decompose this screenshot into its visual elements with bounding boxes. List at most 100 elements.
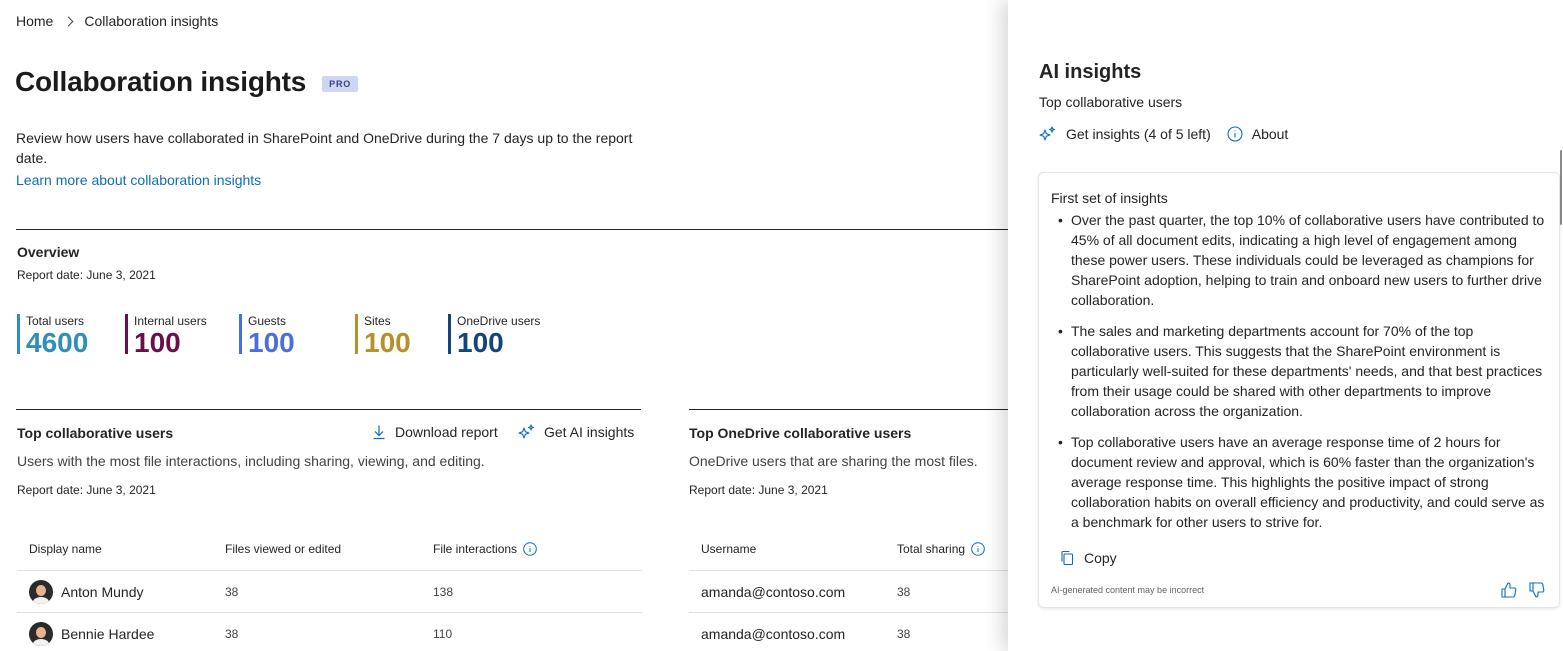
copy-button[interactable]: Copy [1059, 550, 1117, 566]
table-header: Display name Files viewed or edited File… [17, 528, 642, 570]
display-name-cell: Anton Mundy [17, 579, 225, 604]
top-users-report-date: Report date: June 3, 2021 [17, 483, 156, 497]
top-users-table: Display name Files viewed or edited File… [17, 528, 642, 651]
pro-badge: PRO [322, 76, 359, 92]
col-display-name[interactable]: Display name [17, 542, 225, 556]
download-report-button[interactable]: Download report [371, 424, 498, 440]
col-file-interactions[interactable]: File interactions [433, 542, 633, 556]
info-icon[interactable] [971, 542, 985, 556]
col-username[interactable]: Username [689, 542, 897, 556]
display-name: Bennie Hardee [61, 625, 155, 642]
copy-icon [1061, 550, 1074, 566]
breadcrumb-home[interactable]: Home [16, 13, 53, 29]
insights-card-title: First set of insights [1051, 190, 1168, 206]
about-label: About [1251, 126, 1289, 142]
about-button[interactable]: About [1227, 126, 1289, 142]
stat-bar [125, 314, 128, 354]
stat-value: 100 [134, 327, 181, 358]
info-icon [1227, 126, 1243, 142]
insight-item: The sales and marketing departments acco… [1051, 321, 1551, 421]
thumbs-up-icon[interactable] [1500, 581, 1518, 599]
learn-more-link[interactable]: Learn more about collaboration insights [16, 172, 261, 188]
sparkle-icon [518, 424, 535, 439]
stat-value: 100 [364, 327, 411, 358]
top-users-subtitle: Users with the most file interactions, i… [17, 453, 485, 469]
onedrive-users-table: Username Total sharing amanda@contoso.co… [689, 528, 1008, 651]
stat-guests: Guests 100 [239, 314, 355, 358]
ai-insights-panel: AI insights Top collaborative users Get … [1008, 0, 1563, 651]
download-report-label: Download report [395, 424, 498, 440]
stat-sites: Sites 100 [355, 314, 448, 358]
stat-value: 4600 [26, 327, 89, 358]
stat-label: OneDrive users [457, 314, 541, 328]
file-interactions-cell: 138 [433, 584, 454, 599]
onedrive-users-report-date: Report date: June 3, 2021 [689, 483, 828, 497]
insights-list: Over the past quarter, the top 10% of co… [1051, 210, 1551, 543]
copy-label: Copy [1084, 550, 1117, 566]
file-interactions-cell: 110 [433, 626, 453, 641]
avatar [29, 579, 53, 604]
table-row[interactable]: Anton Mundy 38 138 [17, 570, 642, 612]
sparkle-icon [1039, 126, 1056, 141]
info-icon[interactable] [523, 542, 537, 556]
get-insights-label: Get insights (4 of 5 left) [1066, 126, 1211, 142]
stat-total-users: Total users 4600 [17, 314, 125, 358]
stat-value: 100 [248, 327, 295, 358]
stat-bar [355, 314, 358, 354]
table-row[interactable]: amanda@contoso.com 38 [689, 612, 1008, 651]
title-row: Collaboration insights PRO [15, 66, 359, 98]
col-files-viewed[interactable]: Files viewed or edited [225, 542, 433, 556]
stat-label: Total users [26, 314, 85, 328]
total-sharing-cell: 38 [897, 584, 911, 599]
overview-stats: Total users 4600 Internal users 100 Gues… [17, 314, 568, 358]
thumbs-down-icon[interactable] [1528, 581, 1546, 599]
stat-label: Sites [364, 314, 391, 328]
get-ai-insights-button[interactable]: Get AI insights [518, 424, 634, 440]
divider [16, 229, 1008, 230]
get-insights-button[interactable]: Get insights (4 of 5 left) [1039, 126, 1211, 142]
stat-label: Internal users [134, 314, 207, 328]
breadcrumb-current: Collaboration insights [84, 13, 219, 29]
divider [689, 409, 1008, 410]
page-title: Collaboration insights [15, 66, 307, 97]
main-content: Home Collaboration insights Collaboratio… [0, 0, 1008, 651]
table-row[interactable]: Bennie Hardee 38 110 [17, 612, 642, 651]
top-users-title: Top collaborative users [17, 425, 174, 441]
col-file-interactions-label: File interactions [433, 542, 518, 556]
ai-disclaimer: AI-generated content may be incorrect [1051, 585, 1205, 595]
files-viewed-cell: 38 [225, 584, 239, 599]
display-name-cell: Bennie Hardee [17, 621, 225, 646]
breadcrumb: Home Collaboration insights [16, 13, 218, 29]
chevron-right-icon [63, 16, 74, 26]
panel-subtitle: Top collaborative users [1039, 94, 1183, 110]
overview-report-date: Report date: June 3, 2021 [17, 268, 156, 282]
get-ai-insights-label: Get AI insights [544, 424, 635, 440]
insights-card: First set of insights Over the past quar… [1038, 172, 1560, 608]
divider [16, 409, 641, 410]
files-viewed-cell: 38 [225, 626, 239, 641]
feedback-buttons [1500, 581, 1546, 599]
overview-title: Overview [17, 244, 80, 260]
total-sharing-cell: 38 [897, 626, 911, 641]
panel-scrollbar[interactable] [1560, 150, 1562, 225]
display-name: Anton Mundy [61, 583, 144, 600]
onedrive-users-title: Top OneDrive collaborative users [689, 425, 912, 441]
avatar [29, 621, 53, 646]
table-row[interactable]: amanda@contoso.com 38 [689, 570, 1008, 612]
stat-bar [448, 314, 451, 354]
stat-value: 100 [457, 327, 504, 358]
panel-actions: Get insights (4 of 5 left) About [1039, 126, 1288, 142]
username-cell: amanda@contoso.com [701, 583, 846, 600]
col-total-sharing[interactable]: Total sharing [897, 542, 1008, 556]
onedrive-users-subtitle: OneDrive users that are sharing the most… [689, 453, 978, 469]
stat-bar [239, 314, 242, 354]
username-cell: amanda@contoso.com [701, 625, 846, 642]
stat-onedrive-users: OneDrive users 100 [448, 314, 568, 358]
stat-bar [17, 314, 20, 354]
insight-item: Over the past quarter, the top 10% of co… [1051, 210, 1551, 310]
col-total-sharing-label: Total sharing [897, 542, 966, 556]
download-icon [373, 425, 385, 440]
stat-label: Guests [248, 314, 287, 328]
table-header: Username Total sharing [689, 528, 1008, 570]
stat-internal-users: Internal users 100 [125, 314, 239, 358]
